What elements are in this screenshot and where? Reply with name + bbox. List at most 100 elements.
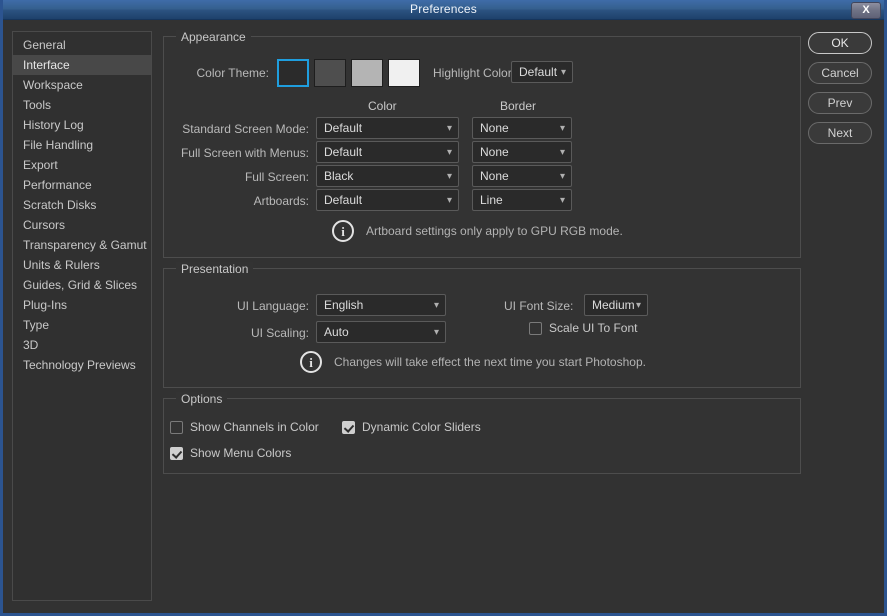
chevron-down-icon: ▾ <box>559 195 565 206</box>
show-menu-colors-label: Show Menu Colors <box>190 446 292 460</box>
appearance-legend: Appearance <box>176 30 251 44</box>
sidebar-item-workspace[interactable]: Workspace <box>13 75 151 95</box>
sidebar-item-label: Performance <box>23 178 92 192</box>
artboards-color-select[interactable]: Default ▾ <box>316 189 459 211</box>
sidebar-item-label: Tools <box>23 98 52 112</box>
sidebar-item-transparency-gamut[interactable]: Transparency & Gamut <box>13 235 151 255</box>
title-bar: Preferences X <box>3 0 884 20</box>
sidebar-item-label: Workspace <box>23 78 83 92</box>
ui-language-value: English <box>324 298 364 312</box>
standard-screen-mode-label: Standard Screen Mode: <box>182 122 309 136</box>
artboards-border-value: Line <box>480 193 503 207</box>
full-screen-color-select[interactable]: Black ▾ <box>316 165 459 187</box>
info-icon: i <box>300 351 322 373</box>
sidebar-item-label: Plug-Ins <box>23 298 68 312</box>
color-theme-label: Color Theme: <box>196 66 269 80</box>
checkbox-box <box>170 446 183 460</box>
sidebar-item-3d[interactable]: 3D <box>13 335 151 355</box>
full-screen-border-select[interactable]: None ▾ <box>472 165 572 187</box>
sidebar-item-label: Transparency & Gamut <box>23 238 147 252</box>
color-theme-swatch-dark[interactable] <box>277 59 309 87</box>
full-screen-with-menus-color-value: Default <box>324 145 363 159</box>
color-theme-swatch-medium-dark[interactable] <box>314 59 346 87</box>
full-screen-color-value: Black <box>324 169 354 183</box>
sidebar-item-label: Export <box>23 158 58 172</box>
sidebar-item-type[interactable]: Type <box>13 315 151 335</box>
ui-font-size-select[interactable]: Medium ▾ <box>584 294 648 316</box>
close-icon[interactable]: X <box>851 2 881 19</box>
sidebar-item-guides-grid-slices[interactable]: Guides, Grid & Slices <box>13 275 151 295</box>
ui-scaling-value: Auto <box>324 325 349 339</box>
checkbox-box <box>342 420 355 434</box>
ui-font-size-value: Medium <box>592 298 635 312</box>
show-channels-in-color-checkbox[interactable]: Show Channels in Color <box>170 420 319 434</box>
sidebar-item-plug-ins[interactable]: Plug-Ins <box>13 295 151 315</box>
standard-screen-mode-border-value: None <box>480 121 509 135</box>
sidebar-item-interface[interactable]: Interface <box>13 55 151 75</box>
chevron-down-icon: ▾ <box>433 327 439 338</box>
sidebar-item-label: File Handling <box>23 138 94 152</box>
ui-scaling-label: UI Scaling: <box>250 326 309 340</box>
artboards-border-select[interactable]: Line ▾ <box>472 189 572 211</box>
sidebar-item-technology-previews[interactable]: Technology Previews <box>13 355 151 375</box>
color-theme-swatch-light[interactable] <box>388 59 420 87</box>
dialog-buttons: OK Cancel Prev Next <box>808 32 872 152</box>
full-screen-with-menus-color-select[interactable]: Default ▾ <box>316 141 459 163</box>
sidebar-item-label: General <box>23 38 66 52</box>
chevron-down-icon: ▾ <box>559 171 565 182</box>
sidebar-item-label: Interface <box>23 58 70 72</box>
next-button[interactable]: Next <box>808 122 872 144</box>
highlight-color-select[interactable]: Default ▾ <box>511 61 573 83</box>
standard-screen-mode-color-select[interactable]: Default ▾ <box>316 117 459 139</box>
options-legend: Options <box>176 392 228 406</box>
sidebar-item-performance[interactable]: Performance <box>13 175 151 195</box>
show-menu-colors-checkbox[interactable]: Show Menu Colors <box>170 446 291 460</box>
sidebar-item-tools[interactable]: Tools <box>13 95 151 115</box>
standard-screen-mode-color-value: Default <box>324 121 363 135</box>
checkbox-box <box>170 420 183 434</box>
cancel-button[interactable]: Cancel <box>808 62 872 84</box>
full-screen-with-menus-label: Full Screen with Menus: <box>180 146 309 160</box>
column-header-border: Border <box>500 99 537 113</box>
artboards-color-value: Default <box>324 193 363 207</box>
presentation-note: Changes will take effect the next time y… <box>334 355 646 369</box>
sidebar-item-label: 3D <box>23 338 39 352</box>
artboards-label: Artboards: <box>253 194 309 208</box>
sidebar-item-scratch-disks[interactable]: Scratch Disks <box>13 195 151 215</box>
sidebar-item-export[interactable]: Export <box>13 155 151 175</box>
color-theme-swatch-light-gray[interactable] <box>351 59 383 87</box>
highlight-color-value: Default <box>519 65 558 79</box>
chevron-down-icon: ▾ <box>446 123 452 134</box>
category-sidebar: General Interface Workspace Tools History Lo… <box>12 31 152 601</box>
chevron-down-icon: ▾ <box>446 171 452 182</box>
prev-button[interactable]: Prev <box>808 92 872 114</box>
ui-scaling-select[interactable]: Auto ▾ <box>316 321 446 343</box>
dynamic-color-sliders-checkbox[interactable]: Dynamic Color Sliders <box>342 420 481 434</box>
chevron-down-icon: ▾ <box>559 123 565 134</box>
info-icon: i <box>332 220 354 242</box>
preferences-dialog: Preferences X General Interface Workspace T… <box>0 0 887 616</box>
ok-button[interactable]: OK <box>808 32 872 54</box>
ui-language-select[interactable]: English ▾ <box>316 294 446 316</box>
sidebar-item-general[interactable]: General <box>13 35 151 55</box>
chevron-down-icon: ▾ <box>446 195 452 206</box>
sidebar-item-file-handling[interactable]: File Handling <box>13 135 151 155</box>
checkbox-box <box>529 321 542 335</box>
sidebar-item-cursors[interactable]: Cursors <box>13 215 151 235</box>
options-group: Options Show Channels in Color Dynamic C… <box>163 392 801 474</box>
show-channels-in-color-label: Show Channels in Color <box>190 420 319 434</box>
presentation-legend: Presentation <box>176 262 254 276</box>
standard-screen-mode-border-select[interactable]: None ▾ <box>472 117 572 139</box>
presentation-group: Presentation UI Language: English ▾ UI S… <box>163 262 801 388</box>
sidebar-item-label: Cursors <box>23 218 66 232</box>
full-screen-with-menus-border-select[interactable]: None ▾ <box>472 141 572 163</box>
appearance-note: Artboard settings only apply to GPU RGB … <box>366 224 623 238</box>
sidebar-item-units-rulers[interactable]: Units & Rulers <box>13 255 151 275</box>
sidebar-item-label: Technology Previews <box>23 358 136 372</box>
sidebar-item-history-log[interactable]: History Log <box>13 115 151 135</box>
full-screen-border-value: None <box>480 169 509 183</box>
column-header-color: Color <box>368 99 397 113</box>
full-screen-label: Full Screen: <box>244 170 309 184</box>
window-title: Preferences <box>410 2 477 16</box>
scale-ui-to-font-checkbox[interactable]: Scale UI To Font <box>529 321 638 335</box>
